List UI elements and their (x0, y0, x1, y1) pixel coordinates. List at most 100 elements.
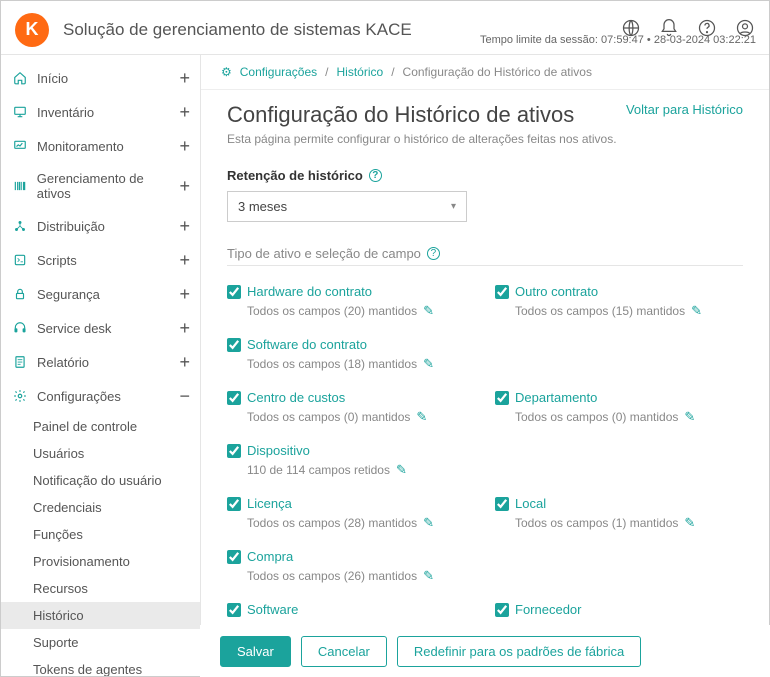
asset-checkbox[interactable] (227, 497, 241, 511)
subnav-notificacao[interactable]: Notificação do usuário (29, 467, 200, 494)
sidebar-item-label: Relatório (37, 355, 89, 370)
asset-label[interactable]: Local (515, 496, 546, 511)
pencil-icon[interactable]: ✎ (423, 515, 434, 531)
app-header: K Solução de gerenciamento de sistemas K… (1, 1, 769, 55)
asset-checkbox[interactable] (495, 391, 509, 405)
pencil-icon[interactable]: ✎ (691, 303, 702, 319)
asset-outro-contrato: Outro contrato Todos os campos (15) mant… (495, 284, 743, 319)
sidebar-item-label: Monitoramento (37, 139, 124, 154)
expand-icon: + (179, 103, 190, 121)
sidebar-item-servicedesk[interactable]: Service desk + (1, 311, 200, 345)
asset-label[interactable]: Dispositivo (247, 443, 310, 458)
subnav-funcoes[interactable]: Funções (29, 521, 200, 548)
pencil-icon[interactable]: ✎ (396, 462, 407, 478)
script-icon (13, 253, 29, 267)
sidebar-item-inicio[interactable]: Início + (1, 61, 200, 95)
asset-label[interactable]: Centro de custos (247, 390, 345, 405)
asset-label[interactable]: Outro contrato (515, 284, 598, 299)
subnav-painel[interactable]: Painel de controle (29, 413, 200, 440)
pencil-icon[interactable]: ✎ (684, 409, 695, 425)
pencil-icon[interactable]: ✎ (423, 356, 434, 372)
back-to-history-link[interactable]: Voltar para Histórico (626, 102, 743, 117)
page-title: Configuração do Histórico de ativos (227, 102, 617, 128)
asset-checkbox[interactable] (227, 444, 241, 458)
expand-icon: + (179, 137, 190, 155)
asset-checkbox[interactable] (227, 338, 241, 352)
collapse-icon: − (179, 387, 190, 405)
asset-compra: Compra Todos os campos (26) mantidos ✎ (227, 549, 475, 584)
page-description: Esta página permite configurar o históri… (227, 132, 617, 146)
subnav-usuarios[interactable]: Usuários (29, 440, 200, 467)
sidebar-item-label: Segurança (37, 287, 100, 302)
lock-icon (13, 287, 29, 301)
sidebar-item-ativos[interactable]: Gerenciamento de ativos + (1, 163, 200, 209)
report-icon (13, 355, 29, 369)
expand-icon: + (179, 217, 190, 235)
asset-hardware-contrato: Hardware do contrato Todos os campos (20… (227, 284, 475, 319)
asset-label[interactable]: Fornecedor (515, 602, 581, 617)
asset-software: Software (227, 602, 475, 617)
asset-label[interactable]: Licença (247, 496, 292, 511)
main-content: ⚙ Configurações / Histórico / Configuraç… (201, 55, 769, 676)
asset-dispositivo: Dispositivo 110 de 114 campos retidos ✎ (227, 443, 475, 478)
cancel-button[interactable]: Cancelar (301, 636, 387, 667)
subnav-credenciais[interactable]: Credenciais (29, 494, 200, 521)
asset-software-contrato: Software do contrato Todos os campos (18… (227, 337, 475, 372)
subnav-recursos[interactable]: Recursos (29, 575, 200, 602)
asset-fields-kept: Todos os campos (0) mantidos (515, 410, 678, 424)
asset-checkbox[interactable] (227, 603, 241, 617)
save-button[interactable]: Salvar (220, 636, 291, 667)
subnav-historico[interactable]: Histórico (1, 602, 200, 629)
asset-label[interactable]: Hardware do contrato (247, 284, 372, 299)
sidebar-item-monitoramento[interactable]: Monitoramento + (1, 129, 200, 163)
pencil-icon[interactable]: ✎ (416, 409, 427, 425)
sidebar-item-configuracoes[interactable]: Configurações − (1, 379, 200, 413)
sidebar-item-label: Gerenciamento de ativos (37, 171, 180, 201)
pencil-icon[interactable]: ✎ (684, 515, 695, 531)
expand-icon: + (179, 177, 190, 195)
asset-label[interactable]: Software (247, 602, 298, 617)
sidebar-item-label: Inventário (37, 105, 94, 120)
asset-fornecedor: Fornecedor (495, 602, 743, 617)
asset-label[interactable]: Departamento (515, 390, 597, 405)
reset-defaults-button[interactable]: Redefinir para os padrões de fábrica (397, 636, 641, 667)
asset-checkbox[interactable] (227, 550, 241, 564)
asset-checkbox[interactable] (495, 497, 509, 511)
asset-local: Local Todos os campos (1) mantidos ✎ (495, 496, 743, 531)
sidebar-item-label: Distribuição (37, 219, 105, 234)
subnav-tokens[interactable]: Tokens de agentes (29, 656, 200, 676)
pencil-icon[interactable]: ✎ (423, 303, 434, 319)
help-icon[interactable]: ? (427, 247, 440, 260)
chart-icon (13, 139, 29, 153)
asset-checkbox[interactable] (495, 603, 509, 617)
asset-checkbox[interactable] (227, 285, 241, 299)
chevron-down-icon: ▾ (451, 201, 456, 212)
sidebar-item-label: Início (37, 71, 68, 86)
sidebar-item-inventario[interactable]: Inventário + (1, 95, 200, 129)
headset-icon (13, 321, 29, 335)
asset-fields-kept: Todos os campos (26) mantidos (247, 569, 417, 583)
asset-checkbox[interactable] (495, 285, 509, 299)
sidebar-item-seguranca[interactable]: Segurança + (1, 277, 200, 311)
expand-icon: + (179, 319, 190, 337)
asset-label[interactable]: Software do contrato (247, 337, 367, 352)
asset-label[interactable]: Compra (247, 549, 293, 564)
retention-select[interactable]: 3 meses ▾ (227, 191, 467, 222)
help-icon[interactable]: ? (369, 169, 382, 182)
subnav-suporte[interactable]: Suporte (29, 629, 200, 656)
sidebar-item-label: Service desk (37, 321, 111, 336)
expand-icon: + (179, 353, 190, 371)
subnav-provisionamento[interactable]: Provisionamento (29, 548, 200, 575)
sidebar-item-label: Scripts (37, 253, 77, 268)
pencil-icon[interactable]: ✎ (423, 568, 434, 584)
sidebar-item-distribuicao[interactable]: Distribuição + (1, 209, 200, 243)
app-logo: K (15, 13, 49, 47)
asset-checkbox[interactable] (227, 391, 241, 405)
asset-centro-custos: Centro de custos Todos os campos (0) man… (227, 390, 475, 425)
gear-icon (13, 389, 29, 403)
sidebar-item-relatorio[interactable]: Relatório + (1, 345, 200, 379)
expand-icon: + (179, 69, 190, 87)
breadcrumb-historico[interactable]: Histórico (337, 65, 384, 79)
sidebar-item-scripts[interactable]: Scripts + (1, 243, 200, 277)
breadcrumb-configuracoes[interactable]: Configurações (240, 65, 317, 79)
